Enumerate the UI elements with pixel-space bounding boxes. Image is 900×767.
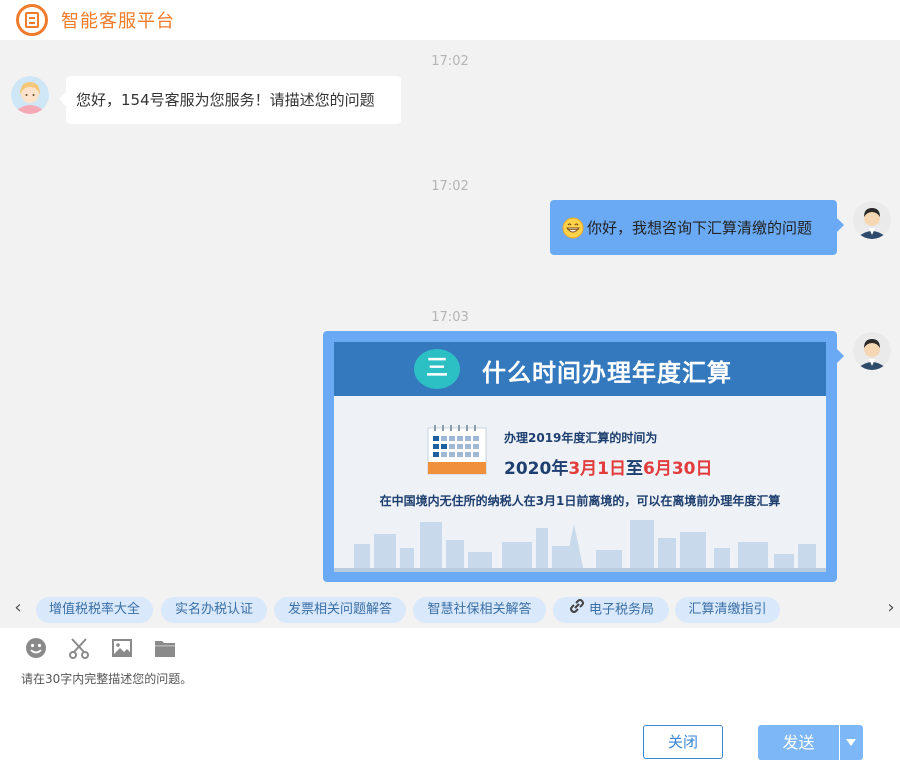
calendar-icon [427, 425, 487, 475]
service-platform-logo [16, 4, 48, 36]
link-icon [568, 597, 586, 623]
quick-link-chip-e-tax[interactable]: 电子税务局 [553, 597, 669, 623]
message-time: 17:02 [431, 179, 469, 194]
emoji-icon[interactable] [24, 636, 48, 660]
message-time: 17:02 [431, 54, 469, 69]
chevron-left-icon[interactable]: ‹ [11, 597, 25, 618]
message-time: 17:03 [431, 310, 469, 325]
city-skyline-illustration [334, 520, 826, 572]
image-message[interactable]: 三 什么时间办理年度汇算 办理2019年度汇算的时间为 2020年3月1日至6月… [323, 331, 844, 582]
user-message-text: 你好，我想咨询下汇算清缴的问题 [587, 219, 813, 237]
send-button[interactable]: 发送 [758, 725, 839, 760]
grin-emoji-icon [562, 217, 584, 238]
quick-link-chip[interactable]: 增值税税率大全 [36, 597, 153, 623]
quick-link-chip[interactable]: 汇算清缴指引 [675, 597, 780, 623]
agent-message: 您好，154号客服为您服务！请描述您的问题 [59, 76, 401, 124]
chevron-right-icon[interactable]: › [884, 597, 898, 618]
image-icon[interactable] [110, 636, 134, 660]
quick-link-chip[interactable]: 发票相关问题解答 [274, 597, 406, 623]
close-button[interactable]: 关闭 [643, 725, 723, 759]
message-input-area[interactable]: 请在30字内完整描述您的问题。 关闭 发送 [0, 628, 900, 767]
chat-area[interactable]: 17:02 您好，154号客服为您服务！请描述您的问题 17:02 你好，我想咨… [0, 40, 900, 628]
poster-line-1: 办理2019年度汇算的时间为 [504, 431, 658, 445]
app-header: 智能客服平台 [0, 0, 900, 40]
agent-avatar [11, 76, 49, 114]
scissors-icon[interactable] [67, 636, 91, 660]
poster-badge: 三 [414, 349, 460, 389]
folder-icon[interactable] [153, 636, 177, 660]
user-avatar [853, 332, 891, 370]
user-avatar [853, 201, 891, 239]
poster-date-line: 2020年3月1日至6月30日 [504, 459, 713, 479]
quick-link-chip[interactable]: 实名办税认证 [161, 597, 267, 623]
send-options-dropdown[interactable] [840, 725, 863, 760]
quick-links-bar: ‹ 增值税税率大全 实名办税认证 发票相关问题解答 智慧社保相关解答 电子税务局… [0, 595, 900, 625]
tax-poster-image: 三 什么时间办理年度汇算 办理2019年度汇算的时间为 2020年3月1日至6月… [334, 342, 826, 572]
poster-line-3: 在中国境内无住所的纳税人在3月1日前离境的，可以在离境前办理年度汇算 [379, 494, 781, 508]
quick-link-chip[interactable]: 智慧社保相关解答 [413, 597, 546, 623]
user-message: 你好，我想咨询下汇算清缴的问题 [550, 200, 844, 255]
message-input[interactable]: 请在30字内完整描述您的问题。 [21, 670, 192, 687]
app-title: 智能客服平台 [61, 11, 175, 32]
poster-title: 什么时间办理年度汇算 [482, 359, 732, 387]
